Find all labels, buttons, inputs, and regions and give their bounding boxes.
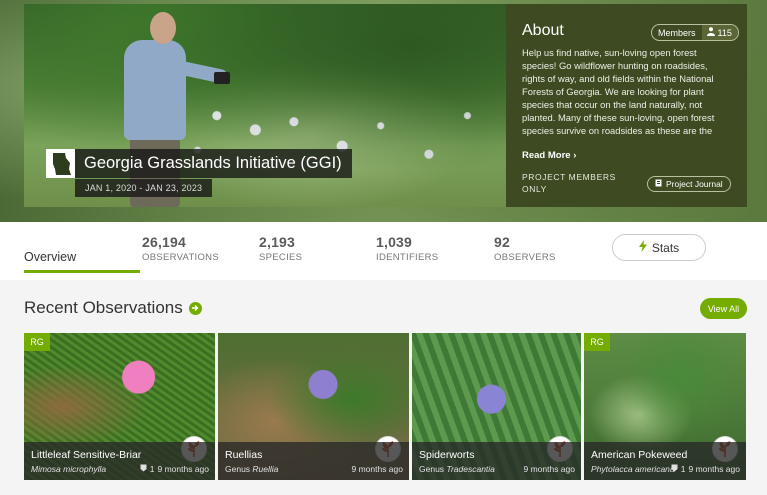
project-date-range: JAN 1, 2020 - JAN 23, 2023	[75, 179, 213, 197]
observation-scientific-name: Mimosa microphylla	[31, 464, 107, 474]
journal-label: Project Journal	[666, 179, 723, 189]
person-icon	[706, 27, 715, 38]
members-badge[interactable]: Members 115	[651, 24, 739, 41]
observation-common-name[interactable]: Spiderworts	[419, 449, 474, 461]
project-title-block: Georgia Grasslands Initiative (GGI) JAN …	[46, 149, 352, 197]
observation-meta: American Pokeweed Phytolacca americana 1…	[584, 442, 746, 480]
observation-common-name[interactable]: Ruellias	[225, 449, 262, 461]
research-grade-badge: RG	[24, 333, 50, 351]
observers-count: 92	[494, 234, 510, 250]
observation-age: 9 months ago	[351, 464, 403, 474]
observers-label: OBSERVERS	[494, 252, 556, 263]
observation-age: 9 months ago	[157, 464, 209, 474]
observation-time: 1 9 months ago	[140, 464, 209, 474]
stats-button[interactable]: Stats	[612, 234, 706, 261]
observation-meta: Ruellias Genus Ruellia 9 months ago	[218, 442, 409, 480]
observations-label: OBSERVATIONS	[142, 252, 219, 263]
project-journal-button[interactable]: Project Journal	[647, 176, 731, 192]
observations-count: 26,194	[142, 234, 187, 250]
observation-time: 1 9 months ago	[671, 464, 740, 474]
about-panel: About Members 115 Help us find native, s…	[506, 4, 747, 207]
observation-scientific-name: Genus Tradescantia	[419, 464, 495, 474]
about-description: Help us find native, sun-loving open for…	[522, 47, 715, 136]
observation-card[interactable]: Spiderworts Genus Tradescantia 9 months …	[412, 333, 581, 480]
members-label: Members	[658, 27, 696, 38]
stat-observers[interactable]: 92 OBSERVERS	[494, 234, 556, 263]
identifiers-label: IDENTIFIERS	[376, 252, 439, 263]
stats-button-label: Stats	[651, 240, 680, 255]
recent-observations-heading[interactable]: Recent Observations	[24, 298, 202, 318]
observation-card[interactable]: RG Littleleaf Sensitive-Briar Mimosa mic…	[24, 333, 215, 480]
tab-overview[interactable]: Overview	[24, 250, 76, 264]
stat-identifiers[interactable]: 1,039 IDENTIFIERS	[376, 234, 438, 263]
arrow-right-circle-icon[interactable]	[188, 301, 202, 315]
observation-time: 9 months ago	[523, 464, 575, 474]
observation-age: 9 months ago	[688, 464, 740, 474]
members-only-label: PROJECT MEMBERS ONLY	[522, 172, 616, 194]
members-count: 115	[717, 27, 732, 38]
georgia-logo-icon	[46, 149, 75, 178]
lightning-icon	[638, 240, 647, 255]
recent-observations-title: Recent Observations	[24, 298, 183, 317]
observation-meta: Spiderworts Genus Tradescantia 9 months …	[412, 442, 581, 480]
observation-meta: Littleleaf Sensitive-Briar Mimosa microp…	[24, 442, 215, 480]
research-grade-badge: RG	[584, 333, 610, 351]
species-label: SPECIES	[259, 252, 303, 263]
journal-icon	[655, 179, 662, 189]
observation-card[interactable]: Ruellias Genus Ruellia 9 months ago	[218, 333, 409, 480]
about-heading: About	[522, 22, 564, 39]
project-banner: Georgia Grasslands Initiative (GGI) JAN …	[0, 0, 767, 222]
recent-observations-section: Recent Observations View All RG Littlele…	[0, 280, 767, 495]
identification-count: 1	[149, 464, 155, 474]
identification-count: 1	[680, 464, 686, 474]
observation-scientific-name: Genus Ruellia	[225, 464, 279, 474]
species-count: 2,193	[259, 234, 296, 250]
stats-bar: Overview 26,194 OBSERVATIONS 2,193 SPECI…	[0, 222, 767, 280]
tab-active-underline	[24, 270, 140, 273]
stat-observations[interactable]: 26,194 OBSERVATIONS	[142, 234, 219, 263]
read-more-link[interactable]: Read More ›	[522, 150, 576, 161]
observation-card[interactable]: RG American Pokeweed Phytolacca american…	[584, 333, 746, 480]
stat-species[interactable]: 2,193 SPECIES	[259, 234, 302, 263]
identification-icon	[140, 464, 147, 474]
project-title: Georgia Grasslands Initiative (GGI)	[84, 154, 342, 172]
observation-common-name[interactable]: Littleleaf Sensitive-Briar	[31, 449, 141, 461]
identifiers-count: 1,039	[376, 234, 413, 250]
view-all-button[interactable]: View All	[700, 298, 747, 319]
observation-age: 9 months ago	[523, 464, 575, 474]
observation-time: 9 months ago	[351, 464, 403, 474]
observation-common-name[interactable]: American Pokeweed	[591, 449, 687, 461]
observation-scientific-name: Phytolacca americana	[591, 464, 675, 474]
identification-icon	[671, 464, 678, 474]
